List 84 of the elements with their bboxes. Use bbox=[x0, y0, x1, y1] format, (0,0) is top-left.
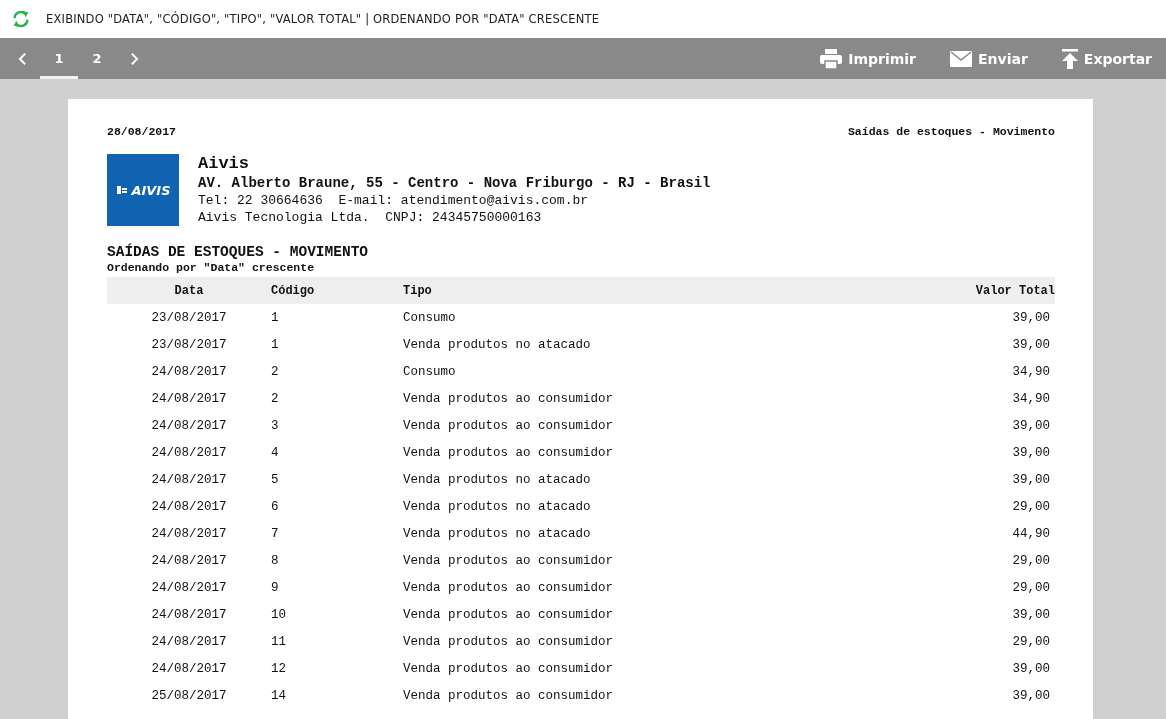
chevron-left-icon bbox=[17, 51, 27, 66]
column-header: Tipo bbox=[403, 277, 877, 304]
table-cell-text: 39,00 bbox=[1011, 606, 1051, 624]
company-name: Aivis bbox=[198, 154, 250, 174]
table-cell: 24/08/2017 bbox=[107, 574, 271, 601]
table-cell: 24/08/2017 bbox=[107, 466, 271, 493]
table-cell-text: Consumo bbox=[403, 363, 457, 381]
table-cell-text: Venda produtos ao consumidor bbox=[403, 660, 615, 678]
table-cell-text: 29,00 bbox=[1011, 498, 1051, 516]
table-cell-text: Venda produtos ao consumidor bbox=[403, 390, 615, 408]
table-cell: 5 bbox=[271, 466, 403, 493]
column-header: Valor Total bbox=[876, 277, 1055, 304]
table-cell: 12 bbox=[271, 655, 403, 682]
table-cell: 24/08/2017 bbox=[107, 601, 271, 628]
table-cell-text: Venda produtos no atacado bbox=[403, 525, 592, 543]
table-cell-text: Venda produtos ao consumidor bbox=[403, 633, 615, 651]
table-cell-text: 44,90 bbox=[1011, 525, 1051, 543]
table-cell-text: Venda produtos no atacado bbox=[403, 498, 592, 516]
table-cell: Consumo bbox=[403, 304, 877, 331]
print-button[interactable]: Imprimir bbox=[820, 48, 916, 69]
table-cell: 8 bbox=[271, 547, 403, 574]
table-cell-text: Venda produtos ao consumidor bbox=[403, 687, 615, 705]
table-cell: 24/08/2017 bbox=[107, 628, 271, 655]
table-cell: 3 bbox=[271, 412, 403, 439]
report-title: SAÍDAS DE ESTOQUES - MOVIMENTO bbox=[107, 244, 370, 261]
table-cell-text: Venda produtos no atacado bbox=[403, 471, 592, 489]
table-cell-text: 34,90 bbox=[1011, 390, 1051, 408]
company-contact: Tel: 22 30664636 E-mail: atendimento@aivis.com.br bbox=[198, 192, 590, 209]
printer-icon bbox=[820, 48, 843, 69]
table-cell-text: Venda produtos ao consumidor bbox=[403, 606, 615, 624]
table-cell-text: Venda produtos ao consumidor bbox=[403, 417, 615, 435]
table-cell-text: Venda produtos ao consumidor bbox=[403, 579, 615, 597]
table-cell: 1 bbox=[271, 331, 403, 358]
chevron-right-icon bbox=[129, 51, 139, 66]
mail-button[interactable]: Enviar bbox=[950, 50, 1028, 67]
table-cell: 24/08/2017 bbox=[107, 439, 271, 466]
page-tab[interactable]: 1 bbox=[40, 38, 78, 79]
table-cell: 1 bbox=[271, 304, 403, 331]
table-cell: 23/08/2017 bbox=[107, 304, 271, 331]
table-cell-text: 39,00 bbox=[1011, 417, 1051, 435]
table-cell-text: Venda produtos ao consumidor bbox=[403, 444, 615, 462]
table-cell: 24/08/2017 bbox=[107, 385, 271, 412]
table-cell: 10 bbox=[271, 601, 403, 628]
table-cell-text: Venda produtos ao consumidor bbox=[403, 552, 615, 570]
company-address: AV. Alberto Braune, 55 - Centro - Nova Friburgo - RJ - Brasil bbox=[198, 174, 711, 192]
table-cell-text: 39,00 bbox=[1011, 687, 1051, 705]
table-cell: 4 bbox=[271, 439, 403, 466]
table-cell: 7 bbox=[271, 520, 403, 547]
table-cell: 23/08/2017 bbox=[107, 331, 271, 358]
report-subtitle: Ordenando por "Data" crescente bbox=[107, 261, 316, 275]
table-cell-text: 34,90 bbox=[1011, 363, 1051, 381]
company-legal: Aivis Tecnologia Ltda. CNPJ: 24345750000163 bbox=[198, 209, 543, 226]
table-cell: 24/08/2017 bbox=[107, 520, 271, 547]
table-cell: 39,00 bbox=[876, 304, 1055, 331]
table-cell-text: 39,00 bbox=[1011, 660, 1051, 678]
table-cell: 9 bbox=[271, 574, 403, 601]
report-header-title: Saídas de estoques - Movimento bbox=[847, 125, 1055, 138]
table-cell: 24/08/2017 bbox=[107, 655, 271, 682]
column-header: Data bbox=[107, 277, 271, 304]
company-logo: AIVIS bbox=[107, 154, 179, 226]
table-cell: 24/08/2017 bbox=[107, 358, 271, 385]
table-cell-text: 39,00 bbox=[1011, 444, 1051, 462]
export-button[interactable]: Exportar bbox=[1061, 48, 1152, 69]
envelope-icon bbox=[950, 50, 972, 67]
table-cell: 6 bbox=[271, 493, 403, 520]
info-text: EXIBINDO "DATA", "CÓDIGO", "TIPO", "VALOR TOTAL" | ORDENANDO POR "DATA" CRESCENTE bbox=[46, 12, 600, 26]
column-header: Código bbox=[271, 277, 403, 304]
table-cell: 24/08/2017 bbox=[107, 493, 271, 520]
table-cell: 14 bbox=[271, 682, 403, 709]
table-cell-text: 29,00 bbox=[1011, 633, 1051, 651]
upload-icon bbox=[1061, 48, 1078, 69]
table-cell: 24/08/2017 bbox=[107, 547, 271, 574]
table-cell: 2 bbox=[271, 358, 403, 385]
table-cell-text: Venda produtos no atacado bbox=[403, 336, 592, 354]
report-date: 28/08/2017 bbox=[107, 125, 176, 138]
table-cell: 2 bbox=[271, 385, 403, 412]
page-tab[interactable]: 2 bbox=[78, 38, 116, 79]
table-cell-text: 39,00 bbox=[1011, 471, 1051, 489]
table-cell-text: 29,00 bbox=[1011, 579, 1051, 597]
table-cell: 11 bbox=[271, 628, 403, 655]
table-cell-text: 29,00 bbox=[1011, 552, 1051, 570]
table-cell: 24/08/2017 bbox=[107, 412, 271, 439]
table-cell-text: 39,00 bbox=[1011, 336, 1051, 354]
table-cell: 25/08/2017 bbox=[107, 682, 271, 709]
